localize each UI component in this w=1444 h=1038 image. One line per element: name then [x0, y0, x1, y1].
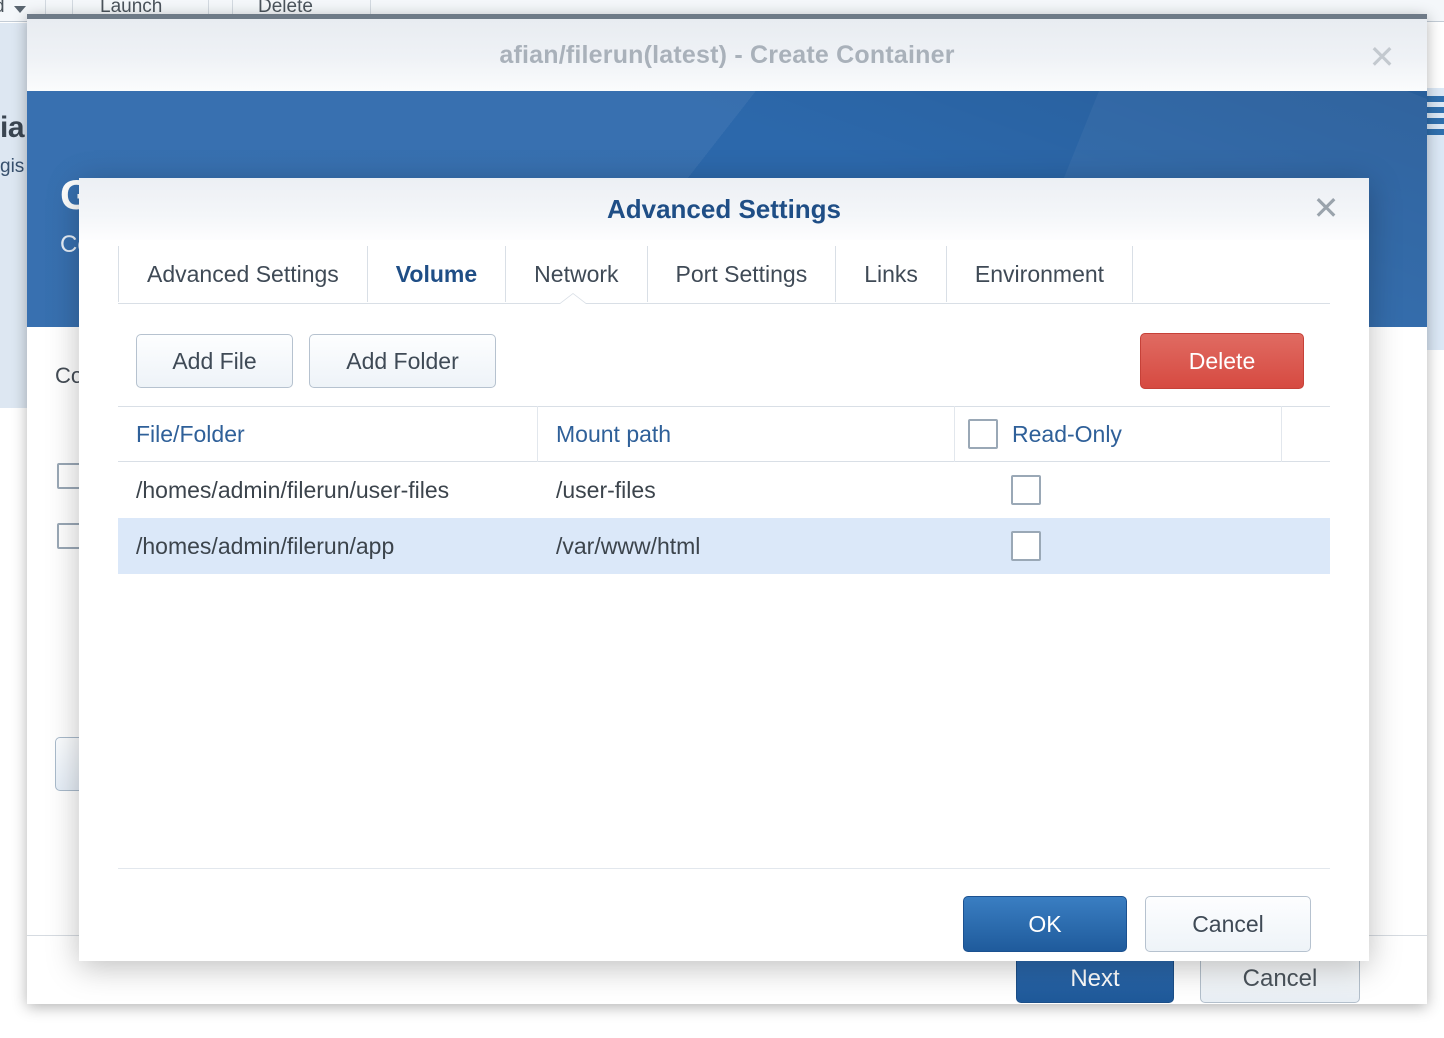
ok-button[interactable]: OK [963, 896, 1127, 952]
advanced-settings-dialog: Advanced Settings ✕ Advanced Settings Vo… [79, 178, 1369, 961]
create-container-cancel-button[interactable]: Cancel [1200, 955, 1360, 1003]
tab-advanced-settings[interactable]: Advanced Settings [118, 246, 368, 302]
dialog-footer-divider [118, 868, 1330, 869]
table-header-row: File/Folder Mount path Read-Only [118, 406, 1330, 462]
next-button[interactable]: Next [1016, 955, 1174, 1003]
cell-file-folder: /homes/admin/filerun/user-files [118, 462, 538, 518]
background-toolbar-dropdown-label[interactable]: d [0, 0, 5, 18]
column-header-spacer [1282, 406, 1330, 462]
tabs-underline [118, 303, 1330, 304]
column-header-read-only[interactable]: Read-Only [955, 406, 1282, 462]
column-header-read-only-label: Read-Only [1012, 421, 1122, 448]
add-file-button[interactable]: Add File [136, 334, 293, 388]
active-tab-pointer-icon [560, 294, 586, 304]
table-row[interactable]: /homes/admin/filerun/app /var/www/html [118, 518, 1330, 574]
read-only-header-checkbox[interactable] [968, 419, 998, 449]
add-folder-button[interactable]: Add Folder [309, 334, 496, 388]
cancel-button[interactable]: Cancel [1145, 896, 1311, 952]
close-icon[interactable]: ✕ [1365, 41, 1399, 75]
dialog-header: Advanced Settings ✕ [79, 178, 1369, 240]
cell-read-only [955, 518, 1282, 574]
create-container-titlebar: afian/filerun(latest) - Create Container… [27, 19, 1427, 91]
cell-mount-path: /user-files [538, 462, 955, 518]
tab-environment[interactable]: Environment [947, 246, 1133, 302]
create-container-title: afian/filerun(latest) - Create Container [27, 41, 1427, 70]
cell-read-only [955, 462, 1282, 518]
tab-port-settings[interactable]: Port Settings [648, 246, 837, 302]
dialog-title: Advanced Settings [79, 194, 1369, 225]
chevron-down-icon[interactable] [14, 6, 26, 13]
dialog-tabs: Advanced Settings Volume Network Port Se… [118, 246, 1330, 302]
read-only-checkbox[interactable] [1011, 475, 1041, 505]
background-left-panel-title: ia [0, 111, 24, 145]
cell-file-folder: /homes/admin/filerun/app [118, 518, 538, 574]
read-only-checkbox[interactable] [1011, 531, 1041, 561]
background-left-panel-subtitle: gis [0, 156, 24, 178]
screen: d Launch Delete ia gis 3 afian/filerun(l… [0, 0, 1444, 1038]
close-icon[interactable]: ✕ [1309, 192, 1343, 226]
cell-mount-path: /var/www/html [538, 518, 955, 574]
tab-links[interactable]: Links [836, 246, 947, 302]
tab-volume[interactable]: Volume [368, 246, 506, 302]
table-row[interactable]: /homes/admin/filerun/user-files /user-fi… [118, 462, 1330, 518]
delete-button[interactable]: Delete [1140, 333, 1304, 389]
column-header-mount-path[interactable]: Mount path [538, 406, 955, 462]
volume-table: File/Folder Mount path Read-Only /homes/… [118, 406, 1330, 574]
column-header-file-folder[interactable]: File/Folder [118, 406, 538, 462]
